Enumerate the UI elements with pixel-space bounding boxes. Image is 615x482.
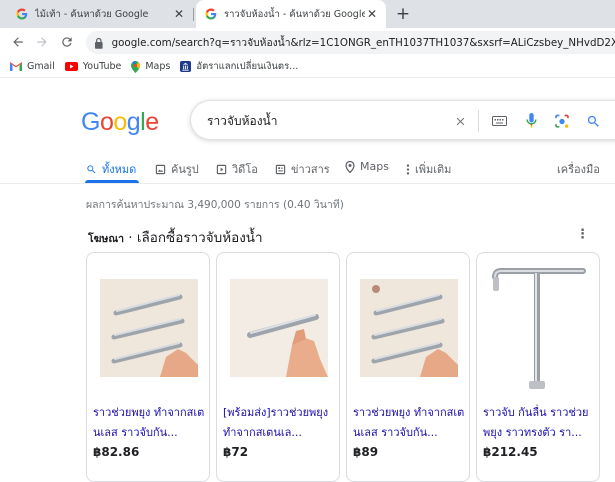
close-tab-icon[interactable]: ✕ [172,7,186,21]
voice-search-button[interactable] [521,111,541,131]
camera-lens-icon [555,114,569,128]
maps-icon [131,60,141,73]
active-tab-indicator [85,180,139,183]
google-favicon-icon [16,8,28,20]
bookmark-maps[interactable]: Maps [131,60,171,73]
tab-more[interactable]: เพิ่มเติม [406,160,451,178]
search-nav-tabs: ทั้งหมด ค้นรูป วิดีโอ ข่าวสาร Maps เพิ่ม… [0,152,615,184]
news-icon [275,164,286,174]
arrow-left-icon [13,37,23,47]
product-title[interactable]: ราวช่วยพยุง ทำจากสเตนเลส ราวจับกัน... [93,403,205,443]
more-vert-icon [406,163,410,175]
grab-bar-photo-icon [100,279,198,377]
product-image[interactable] [95,263,203,393]
search-divider [478,110,479,132]
product-price: ฿89 [353,445,379,459]
product-image[interactable] [355,263,463,393]
reload-icon [62,37,72,47]
product-image[interactable] [225,263,333,393]
ads-options-menu[interactable]: ⋮ [576,227,589,243]
keyboard-button[interactable] [489,111,509,131]
tab-maps[interactable]: Maps [345,160,389,173]
ad-label: โฆษณา [88,233,124,245]
bookmark-label: YouTube [82,61,122,72]
image-search-button[interactable] [552,111,572,131]
bookmarks-bar: Gmail YouTube Maps อัตราแลกเปลี่ยนเงินตร… [0,56,615,78]
close-tab-icon[interactable]: ✕ [365,7,379,21]
search-icon [587,115,599,127]
browser-tab-2[interactable]: ราวจับห้องน้ำ - ค้นหาด้วย Google ✕ [196,0,386,28]
product-price: ฿72 [223,445,249,459]
tab-images[interactable]: ค้นรูป [155,160,199,178]
bookmark-label: Maps [145,61,171,72]
tab-divider [193,8,194,21]
product-card[interactable]: ราวช่วยพยุง ทำจากสเตนเลส ราวจับกัน... ฿8… [86,252,210,482]
tab-label: เครื่องมือ [557,163,600,176]
tab-title: ไม้เท้า - ค้นหาด้วย Google [35,8,149,20]
forward-button[interactable] [33,33,51,51]
clear-search-button[interactable] [450,111,470,131]
product-price: ฿82.86 [93,445,140,459]
tab-label: เพิ่มเติม [415,163,452,176]
back-button[interactable] [9,33,27,51]
shopping-heading: · เลือกซื้อราวจับห้องน้ำ [124,230,263,246]
product-card[interactable]: ราวจับ กันลื่น ราวช่วยพยุง ราวทรงตัว รา.… [476,252,600,482]
tab-label: ข่าวสาร [291,163,330,176]
tab-label: วิดีโอ [232,163,258,176]
product-card[interactable]: [พร้อมส่ง]ราวช่วยพยุง ทำจากสเตนเล... ฿72 [216,252,340,482]
address-bar[interactable]: google.com/search?q=ราวจับห้องน้ำ&rlz=1C… [86,31,615,54]
search-submit-button[interactable] [583,111,603,131]
maps-pin-icon [345,160,355,173]
tab-label: ทั้งหมด [102,163,137,176]
microphone-icon [525,113,537,128]
arrow-right-icon [37,37,47,47]
close-icon [456,117,464,125]
product-title[interactable]: ราวช่วยพยุง ทำจากสเตนเลส ราวจับกัน... [353,403,465,443]
google-logo[interactable]: Google [81,108,159,137]
image-icon [155,164,166,174]
bookmark-youtube[interactable]: YouTube [64,61,122,72]
google-favicon-icon [205,8,217,20]
search-box[interactable]: ราวจับห้องน้ำ [190,100,615,140]
search-icon [87,164,96,173]
keyboard-icon [491,116,507,126]
product-title[interactable]: [พร้อมส่ง]ราวช่วยพยุง ทำจากสเตนเล... [223,403,335,443]
tab-tools[interactable]: เครื่องมือ [557,160,600,178]
tab-label: Maps [360,160,389,173]
new-tab-button[interactable]: + [394,5,412,23]
browser-toolbar: google.com/search?q=ราวจับห้องน้ำ&rlz=1C… [0,28,615,56]
shopping-ads-header: โฆษณา · เลือกซื้อราวจับห้องน้ำ [88,226,263,248]
browser-tab-strip: ไม้เท้า - ค้นหาด้วย Google ✕ ราวจับห้องน… [0,0,615,28]
bookmark-label: Gmail [27,61,55,72]
product-image[interactable] [485,263,593,393]
browser-tab-1[interactable]: ไม้เท้า - ค้นหาด้วย Google ✕ [8,0,193,28]
bookmark-gmail[interactable]: Gmail [10,61,55,72]
grab-bar-photo-icon [230,279,328,377]
result-stats: ผลการค้นหาประมาณ 3,490,000 รายการ (0.40 … [86,199,344,211]
grab-bar-photo-icon [360,279,458,377]
bookmark-label: อัตราแลกเปลี่ยนเงินตร... [196,61,299,72]
video-icon [216,164,227,174]
reload-button[interactable] [58,33,76,51]
bank-icon [180,61,192,72]
url-text: google.com/search?q=ราวจับห้องน้ำ&rlz=1C… [111,37,615,49]
bookmark-exchange-rate[interactable]: อัตราแลกเปลี่ยนเงินตร... [180,59,298,74]
gmail-icon [10,62,22,71]
search-input[interactable]: ราวจับห้องน้ำ [207,112,278,131]
tab-videos[interactable]: วิดีโอ [216,160,258,178]
product-card[interactable]: ราวช่วยพยุง ทำจากสเตนเลส ราวจับกัน... ฿8… [346,252,470,482]
tab-label: ค้นรูป [171,163,199,176]
lock-icon [94,37,103,49]
product-price: ฿212.45 [483,445,538,459]
tab-title: ราวจับห้องน้ำ - ค้นหาด้วย Google [224,8,365,20]
tab-all[interactable]: ทั้งหมด [86,160,136,178]
t-shaped-grab-bar-photo-icon [485,263,593,393]
tab-news[interactable]: ข่าวสาร [275,160,330,178]
product-title[interactable]: ราวจับ กันลื่น ราวช่วยพยุง ราวทรงตัว รา.… [483,403,595,443]
youtube-icon [64,62,78,71]
